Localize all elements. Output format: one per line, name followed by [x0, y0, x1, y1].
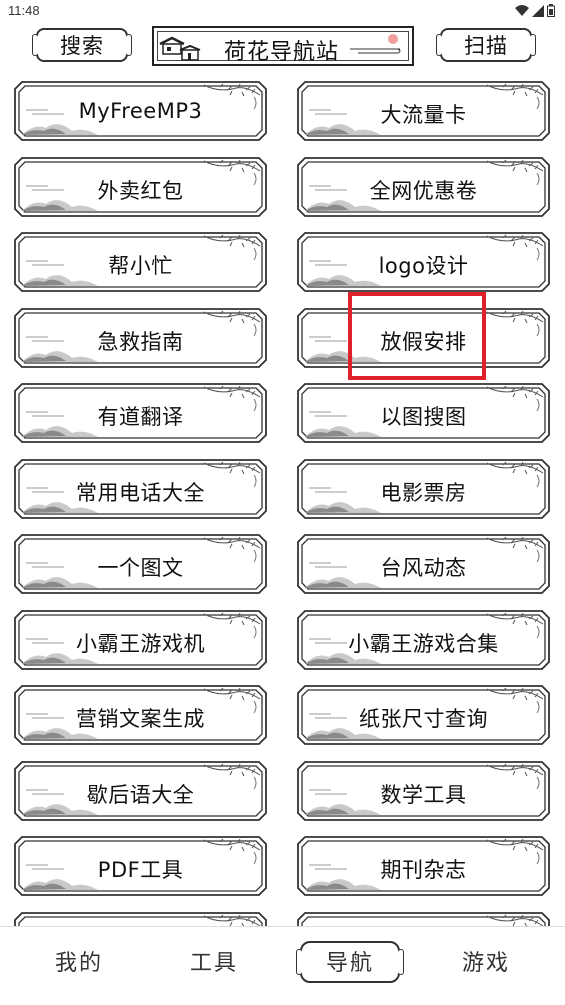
- nav-card[interactable]: 纸张尺寸查询: [297, 685, 550, 745]
- nav-card-label: 急救指南: [97, 329, 184, 354]
- nav-card-label: 电影票房: [380, 480, 467, 505]
- nav-card[interactable]: 小霸王游戏合集: [297, 609, 550, 670]
- wifi-icon: [515, 4, 529, 16]
- nav-card[interactable]: 期刊杂志: [297, 836, 550, 896]
- nav-card[interactable]: 帮小忙: [14, 232, 267, 292]
- nav-tab-navigation[interactable]: 导航: [300, 945, 400, 977]
- nav-card[interactable]: logo设计: [297, 232, 550, 292]
- nav-tab-games[interactable]: 游戏: [436, 945, 536, 977]
- nav-card-label: 纸张尺寸查询: [359, 707, 488, 731]
- scan-button-label: 扫描: [464, 34, 508, 58]
- nav-card[interactable]: 有道翻译: [14, 383, 267, 443]
- bottom-nav: 我的 工具 导航 游戏: [0, 926, 565, 1005]
- nav-card[interactable]: 全网优惠卷: [297, 156, 550, 217]
- status-bar: 11:48: [0, 0, 565, 22]
- nav-card-label: 帮小忙: [108, 254, 173, 278]
- nav-card-partial[interactable]: [297, 911, 550, 926]
- nav-card-label: 全网优惠卷: [369, 178, 478, 203]
- nav-card-label: 期刊杂志: [380, 858, 467, 882]
- nav-card[interactable]: 大流量卡: [297, 81, 550, 141]
- nav-card-label: 歇后语大全: [86, 782, 195, 807]
- nav-card-label: PDF工具: [97, 858, 184, 882]
- nav-card[interactable]: 数学工具: [297, 760, 550, 821]
- nav-card[interactable]: 急救指南: [14, 307, 267, 368]
- nav-card-label: logo设计: [378, 254, 469, 278]
- nav-card-label: 营销文案生成: [76, 707, 205, 731]
- card-frame: [14, 911, 267, 926]
- status-icons: [515, 4, 555, 17]
- nav-card-label: MyFreeMP3: [78, 99, 203, 123]
- app-title: 荷花导航站: [224, 40, 340, 65]
- nav-card[interactable]: 电影票房: [297, 458, 550, 519]
- scroll-ornament-icon: [350, 34, 401, 54]
- card-frame: [297, 911, 550, 926]
- nav-card-label: 小霸王游戏合集: [348, 631, 499, 656]
- nav-card[interactable]: 营销文案生成: [14, 685, 267, 745]
- top-bar: 搜索 荷花导航站 扫描: [0, 22, 565, 70]
- nav-card-label: 有道翻译: [97, 405, 184, 429]
- nav-card[interactable]: 以图搜图: [297, 383, 550, 443]
- nav-card[interactable]: 外卖红包: [14, 156, 267, 217]
- nav-card-label: 外卖红包: [97, 178, 184, 203]
- status-time: 11:48: [8, 3, 40, 18]
- nav-card-partial[interactable]: [14, 911, 267, 926]
- nav-card-label: 一个图文: [97, 556, 184, 580]
- nav-card-label: 小霸王游戏机: [76, 631, 205, 656]
- nav-card-label: 大流量卡: [380, 103, 467, 127]
- signal-icon: [532, 4, 544, 17]
- nav-card[interactable]: 台风动态: [297, 534, 550, 594]
- nav-card[interactable]: MyFreeMP3: [14, 81, 267, 141]
- nav-card[interactable]: PDF工具: [14, 836, 267, 896]
- nav-card-label: 常用电话大全: [76, 480, 205, 505]
- nav-card[interactable]: 歇后语大全: [14, 760, 267, 821]
- scan-button[interactable]: 扫描: [436, 28, 536, 62]
- search-button-label: 搜索: [60, 34, 104, 58]
- search-button[interactable]: 搜索: [32, 28, 132, 62]
- house-icon: [159, 36, 201, 61]
- nav-card-grid: MyFreeMP3 大流量卡 外卖红包 全网优惠卷 帮小忙 logo设计 急救指南 放假安排有…: [0, 76, 565, 926]
- nav-card[interactable]: 一个图文: [14, 534, 267, 594]
- highlight-box: [348, 292, 486, 380]
- nav-card[interactable]: 小霸王游戏机: [14, 609, 267, 670]
- nav-card-label: 台风动态: [380, 556, 467, 580]
- nav-tab-mine[interactable]: 我的: [29, 945, 129, 977]
- nav-card-label: 以图搜图: [380, 405, 467, 429]
- nav-tab-tools[interactable]: 工具: [164, 945, 264, 977]
- app-title-banner: 荷花导航站: [152, 26, 414, 66]
- nav-card-label: 数学工具: [380, 782, 467, 807]
- nav-card[interactable]: 常用电话大全: [14, 458, 267, 519]
- battery-icon: [547, 4, 555, 17]
